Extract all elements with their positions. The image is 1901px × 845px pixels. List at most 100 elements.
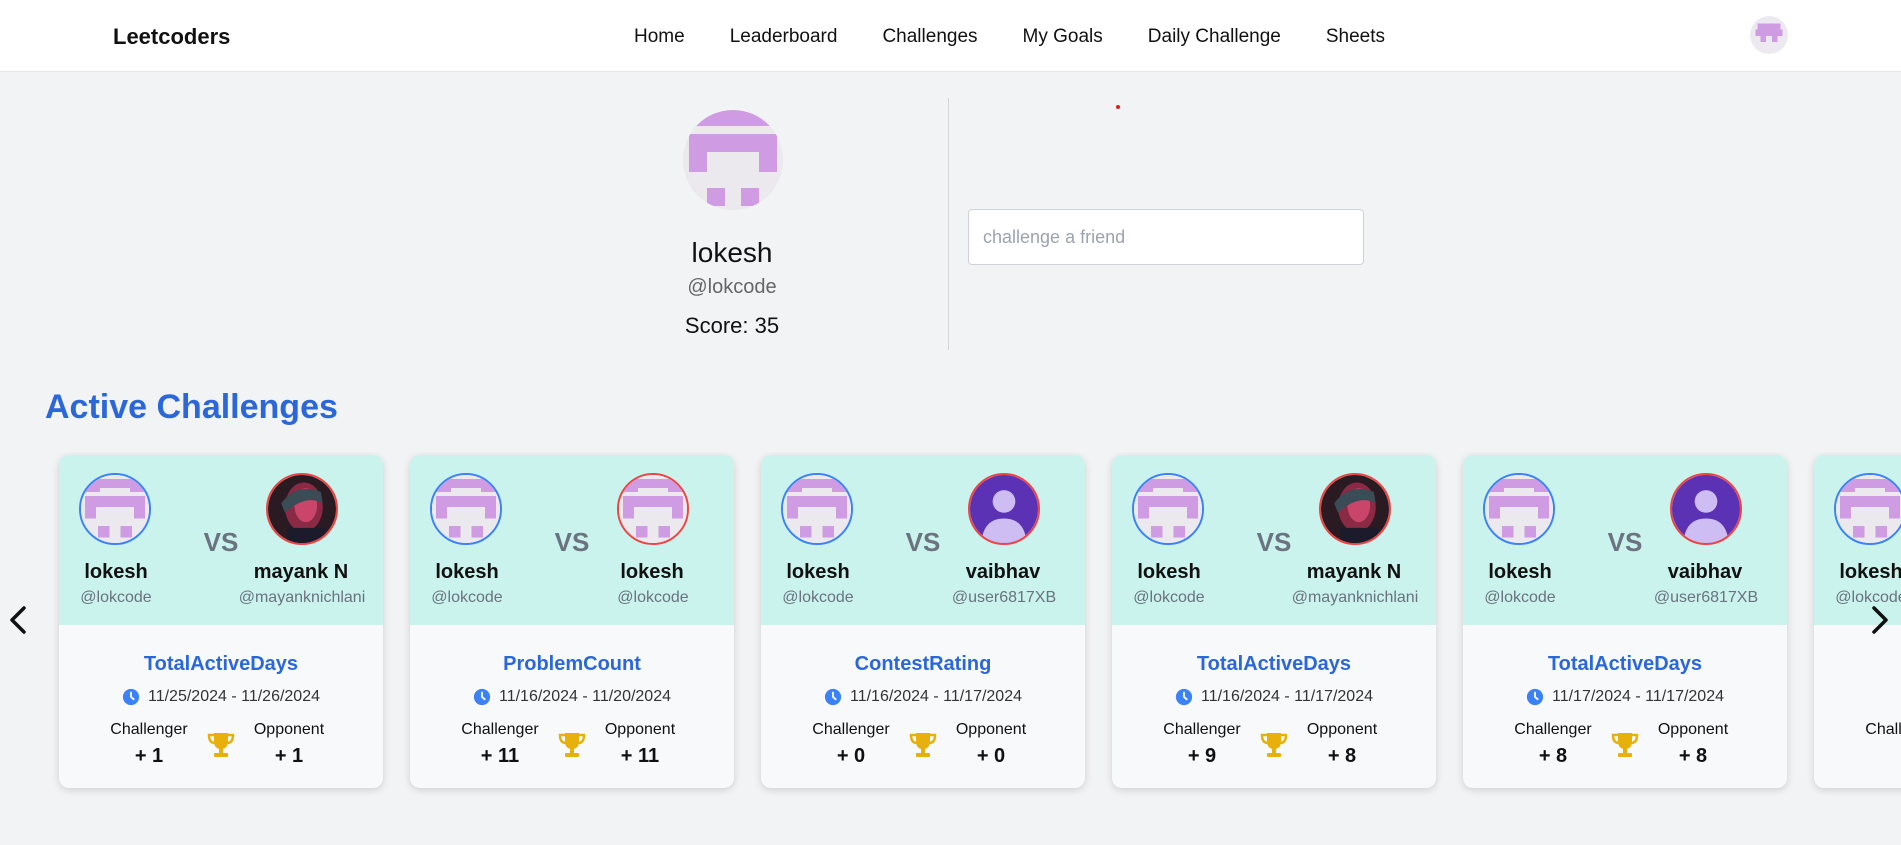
- trophy-icon: [558, 733, 586, 757]
- opponent-score: + 8: [1678, 745, 1708, 767]
- photo-avatar-icon: [268, 475, 336, 543]
- challenge-dates: 11/16/2024 - 11/17/2024: [1112, 688, 1436, 706]
- challenge-friend-input[interactable]: [968, 209, 1364, 265]
- opponent-handle: @user6817XB: [951, 589, 1057, 606]
- vertical-divider: [948, 98, 949, 350]
- carousel-next-button[interactable]: [1866, 598, 1894, 642]
- opponent-handle: @lokcode: [617, 589, 689, 606]
- profile-handle: @lokcode: [687, 276, 777, 298]
- opponent-label: Opponent: [1306, 721, 1378, 738]
- opponent-score: + 0: [976, 745, 1006, 767]
- opponent-score: + 8: [1327, 745, 1357, 767]
- user-avatar-menu[interactable]: [1750, 16, 1788, 54]
- challenge-dates: [1814, 688, 1901, 706]
- profile-name: lokesh: [691, 237, 773, 268]
- challenger-score: + 9: [1187, 745, 1217, 767]
- pixel-avatar-icon: [683, 110, 783, 210]
- challenger-avatar: [1483, 473, 1555, 545]
- opponent-avatar: [266, 473, 338, 545]
- opponent-handle: @mayanknichlani: [238, 589, 366, 606]
- top-navbar: Leetcoders Home Leaderboard Challenges M…: [0, 0, 1901, 72]
- date-range: 11/16/2024 - 11/17/2024: [1201, 688, 1373, 705]
- nav-link-challenges[interactable]: Challenges: [882, 26, 977, 48]
- nav-links: Home Leaderboard Challenges My Goals Dai…: [634, 26, 1385, 48]
- challenger-label: Challenger: [1163, 721, 1241, 738]
- date-range: 11/16/2024 - 11/20/2024: [499, 688, 671, 705]
- opponent-avatar: [1670, 473, 1742, 545]
- challenge-card[interactable]: VS lokesh @lokcode lokesh @lokcode ProblemCou…: [410, 455, 734, 788]
- clock-icon: [473, 688, 491, 706]
- chevron-right-icon: [1872, 606, 1888, 634]
- challenge-card[interactable]: VS lokesh @lokcode vaibhav @user6817XB TotalA…: [1463, 455, 1787, 788]
- challenger-avatar: [781, 473, 853, 545]
- challenge-dates: 11/17/2024 - 11/17/2024: [1463, 688, 1787, 706]
- challenger-name: lokesh: [1488, 561, 1552, 583]
- nav-link-leaderboard[interactable]: Leaderboard: [730, 26, 838, 48]
- opponent-score: + 1: [274, 745, 304, 767]
- challenger-score: + 8: [1538, 745, 1568, 767]
- nav-link-my-goals[interactable]: My Goals: [1023, 26, 1103, 48]
- challenger-name: lokesh: [1839, 561, 1901, 583]
- date-range: 11/17/2024 - 11/17/2024: [1552, 688, 1724, 705]
- opponent-name: vaibhav: [965, 561, 1041, 583]
- challenger-name: lokesh: [786, 561, 850, 583]
- notification-dot: [1116, 105, 1120, 109]
- profile-avatar: [683, 110, 783, 210]
- trophy-icon: [1611, 733, 1639, 757]
- challenger-avatar: [1834, 473, 1901, 545]
- pixel-avatar-icon: [81, 475, 149, 543]
- opponent-name: mayank N: [1306, 561, 1402, 583]
- opponent-name: lokesh: [620, 561, 684, 583]
- opponent-avatar: [617, 473, 689, 545]
- clock-icon: [1175, 688, 1193, 706]
- challenger-name: lokesh: [1137, 561, 1201, 583]
- opponent-score: + 11: [620, 745, 660, 767]
- challenger-label: Challenger: [461, 721, 539, 738]
- challenge-type: ContestRating: [854, 653, 992, 675]
- pixel-avatar-icon: [1836, 475, 1901, 543]
- vs-label: VS: [905, 527, 941, 557]
- pixel-avatar-icon: [1753, 22, 1785, 49]
- clock-icon: [122, 688, 140, 706]
- opponent-name: mayank N: [253, 561, 349, 583]
- challenge-type: TotalActiveDays: [143, 653, 299, 675]
- carousel-prev-button[interactable]: [4, 598, 32, 642]
- challenger-name: lokesh: [435, 561, 499, 583]
- opponent-name: vaibhav: [1667, 561, 1743, 583]
- challenge-type: TotalActiveDays: [1547, 653, 1703, 675]
- pixel-avatar-icon: [1485, 475, 1553, 543]
- challenge-card[interactable]: VS lokesh @lokcode mayank N @mayanknichlani T…: [59, 455, 383, 788]
- trophy-icon: [909, 733, 937, 757]
- opponent-label: Opponent: [253, 721, 325, 738]
- user-avatar-icon: [1672, 475, 1740, 543]
- opponent-handle: @user6817XB: [1653, 589, 1759, 606]
- chevron-left-icon: [10, 606, 26, 634]
- pixel-avatar-icon: [783, 475, 851, 543]
- opponent-label: Opponent: [1657, 721, 1729, 738]
- challenge-card[interactable]: VS lokesh @lokcode vaibhav @user6817XB Contes…: [761, 455, 1085, 788]
- challenge-card[interactable]: VS lokesh @lokcode mayank N @mayanknichlani T…: [1112, 455, 1436, 788]
- brand-logo[interactable]: Leetcoders: [113, 24, 230, 50]
- pixel-avatar-icon: [1134, 475, 1202, 543]
- challenger-score: + 0: [836, 745, 866, 767]
- opponent-avatar: [968, 473, 1040, 545]
- nav-link-sheets[interactable]: Sheets: [1326, 26, 1385, 48]
- photo-avatar-icon: [1321, 475, 1389, 543]
- vs-label: VS: [554, 527, 590, 557]
- pixel-avatar-icon: [619, 475, 687, 543]
- challenger-avatar: [1132, 473, 1204, 545]
- challenger-handle: @lokcode: [1484, 589, 1556, 606]
- profile-score: Score: 35: [684, 313, 780, 338]
- challenge-type: TotalActiveDays: [1196, 653, 1352, 675]
- challenger-score: + 1: [134, 745, 164, 767]
- nav-link-daily-challenge[interactable]: Daily Challenge: [1148, 26, 1281, 48]
- nav-link-home[interactable]: Home: [634, 26, 685, 48]
- pixel-avatar-icon: [432, 475, 500, 543]
- user-avatar-icon: [970, 475, 1038, 543]
- opponent-label: Opponent: [955, 721, 1027, 738]
- challenger-label: Challenger: [812, 721, 890, 738]
- challenger-handle: @lokcode: [782, 589, 854, 606]
- challenge-dates: 11/16/2024 - 11/17/2024: [761, 688, 1085, 706]
- date-range: 11/16/2024 - 11/17/2024: [850, 688, 1022, 705]
- challenger-label: Challenger: [1865, 721, 1901, 738]
